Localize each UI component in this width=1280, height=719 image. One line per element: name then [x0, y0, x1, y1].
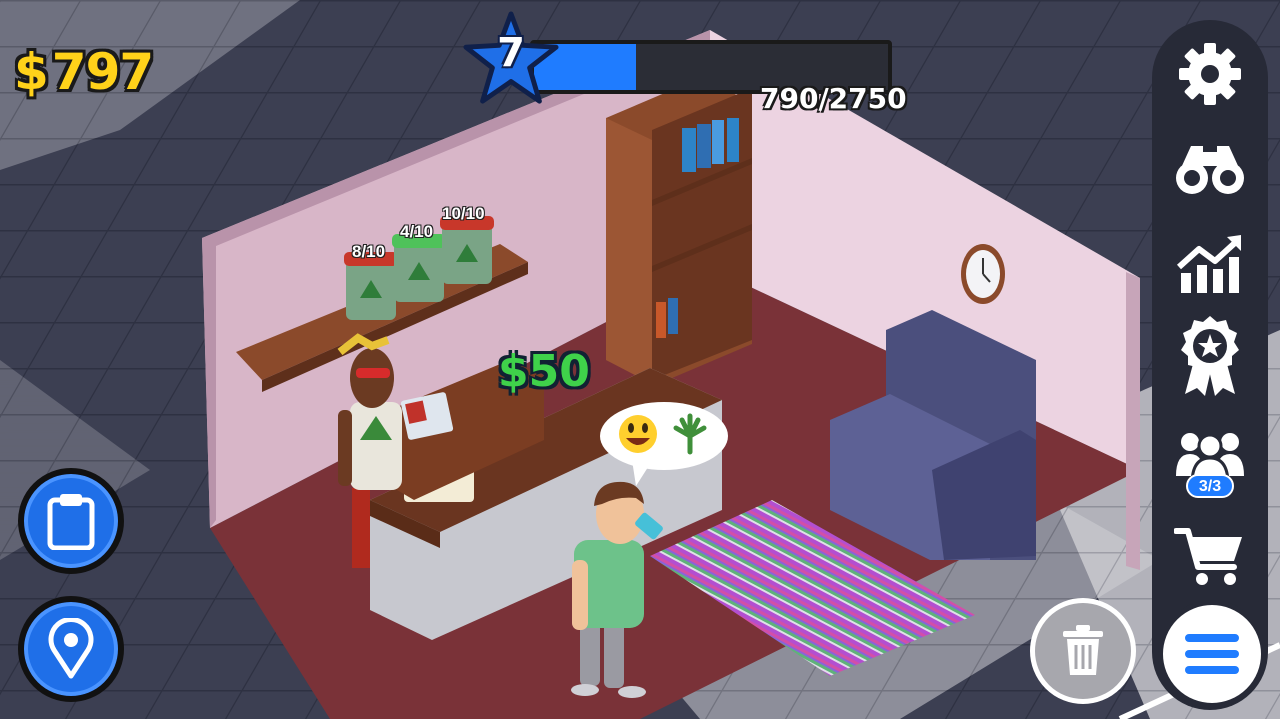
- jar-1: [344, 252, 398, 320]
- map-pin-icon: [48, 618, 94, 679]
- achievements-button[interactable]: [1170, 316, 1250, 396]
- price-value: 50: [528, 346, 590, 397]
- jar-2: [392, 234, 446, 302]
- shopping-cart-icon: [1174, 528, 1242, 585]
- jar-3: [440, 216, 494, 284]
- trash-icon: [1063, 625, 1103, 675]
- jar-3-stock: 10/10: [442, 204, 485, 223]
- map-button[interactable]: [18, 596, 124, 702]
- money-counter: $ 797: [14, 40, 154, 104]
- settings-button[interactable]: [1170, 34, 1250, 114]
- clipboard-icon: [47, 494, 95, 550]
- delete-button[interactable]: [1030, 598, 1136, 704]
- main-menu-button[interactable]: [1158, 600, 1266, 708]
- sale-price: $50: [498, 346, 590, 397]
- binoculars-icon: [1176, 146, 1244, 194]
- staff-count-badge: 3/3: [1186, 474, 1234, 498]
- explore-button[interactable]: [1170, 128, 1250, 208]
- stats-chart-icon: [1176, 235, 1241, 293]
- shop-button[interactable]: [1170, 516, 1250, 596]
- jar-2-stock: 4/10: [400, 222, 434, 241]
- level-number: 7: [497, 30, 525, 76]
- money-symbol: $: [14, 43, 49, 101]
- jar-1-stock: 8/10: [352, 242, 386, 261]
- xp-text: 790/2750: [760, 82, 907, 115]
- hamburger-menu-icon: [1185, 634, 1239, 674]
- statistics-button[interactable]: [1170, 224, 1250, 304]
- gear-icon: [1179, 43, 1241, 105]
- money-value: 797: [51, 43, 154, 101]
- award-badge-icon: [1181, 316, 1239, 396]
- price-symbol: $: [498, 346, 529, 397]
- orders-button[interactable]: [18, 468, 124, 574]
